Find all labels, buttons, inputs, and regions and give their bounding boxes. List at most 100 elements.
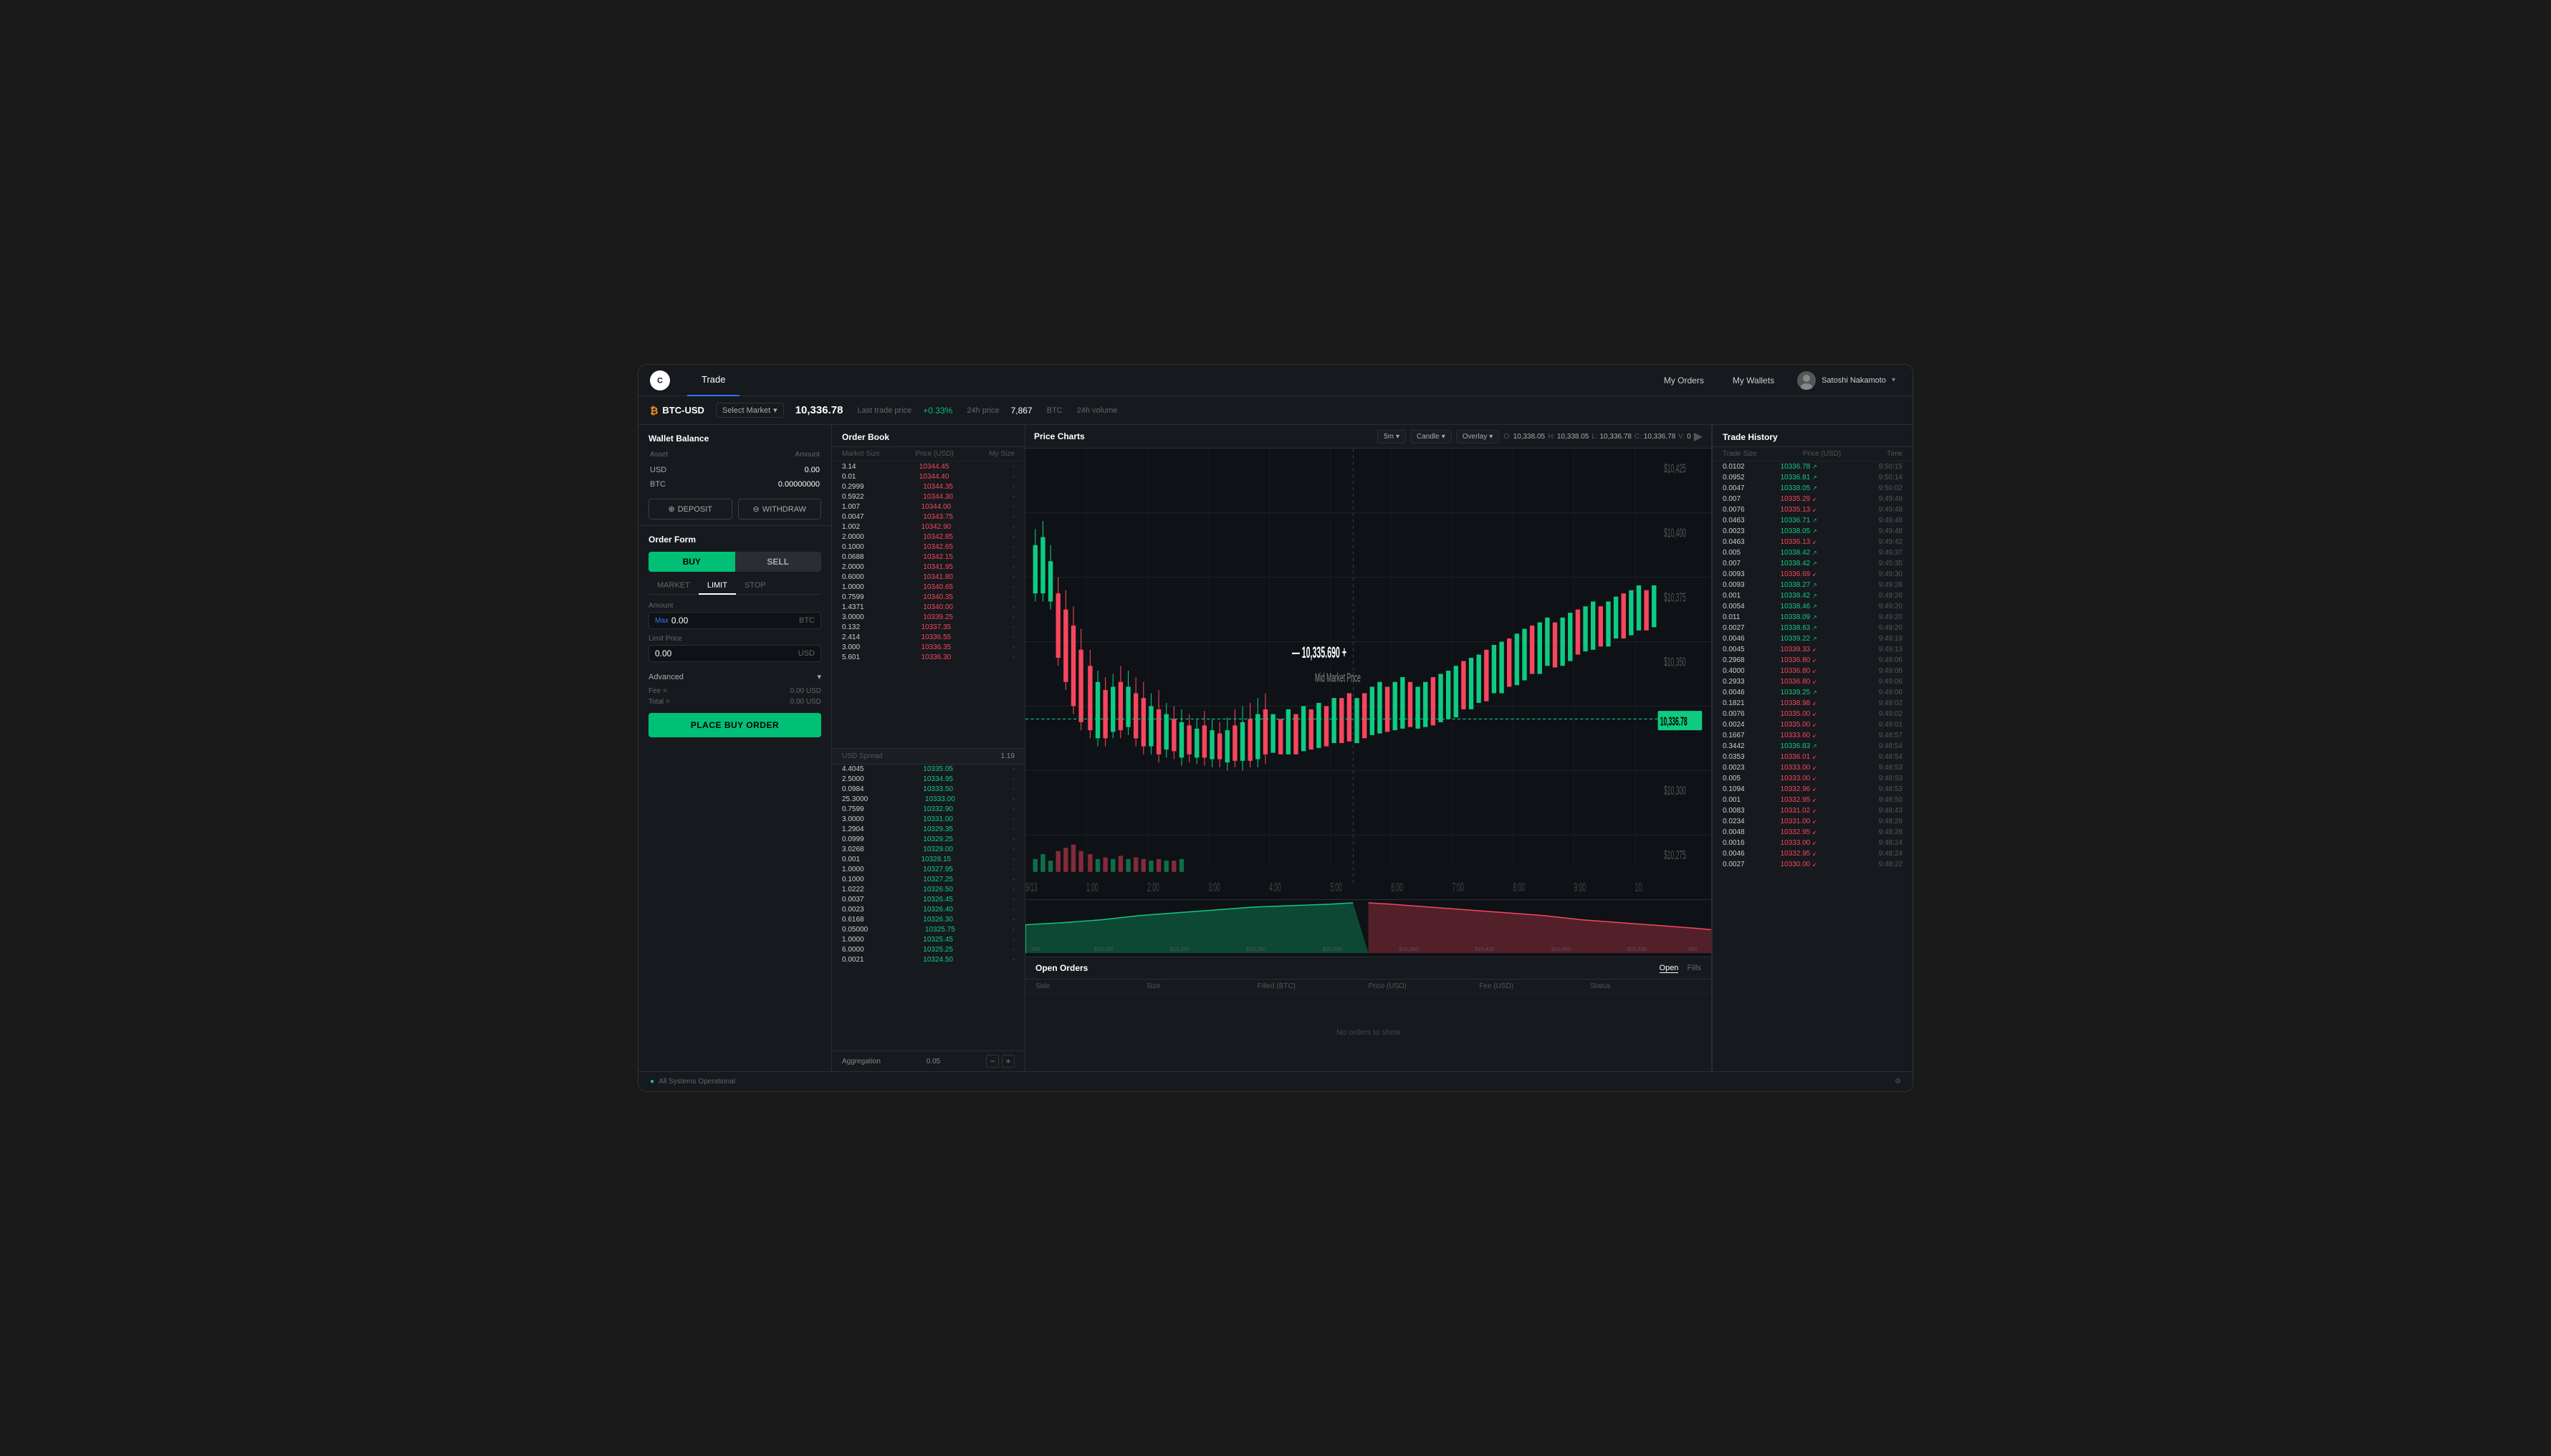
ob-my-size: - [1013, 513, 1015, 521]
ob-buy-row[interactable]: 3.0268 10329.00 - [832, 845, 1025, 855]
interval-selector[interactable]: 5m ▾ [1377, 430, 1406, 444]
ob-sell-row[interactable]: 1.007 10344.00 - [832, 502, 1025, 512]
svg-text:8:00: 8:00 [1513, 879, 1526, 894]
user-section[interactable]: Satoshi Nakamoto ▾ [1791, 368, 1901, 393]
plus-icon: ⊕ [668, 504, 674, 514]
depth-chart[interactable]: -300 $10,180 $10,230 $10,280 $10,330 $10… [1025, 899, 1711, 957]
ob-sell-row[interactable]: 5.601 10336.30 - [832, 652, 1025, 662]
trade-price: 10338.63 ↗ [1781, 624, 1845, 632]
ob-buy-price: 10335.05 [923, 765, 953, 773]
my-orders-btn[interactable]: My Orders [1652, 371, 1715, 390]
direction-icon: ↗ [1812, 593, 1817, 599]
ob-buy-row[interactable]: 1.0222 10326.50 - [832, 885, 1025, 895]
trade-price: 10333.60 ↙ [1781, 732, 1845, 739]
ob-sell-row[interactable]: 1.4371 10340.00 - [832, 602, 1025, 612]
max-link[interactable]: Max [655, 617, 669, 625]
ob-buy-price: 10326.40 [923, 906, 953, 914]
ob-sell-row[interactable]: 0.1000 10342.65 - [832, 542, 1025, 552]
ob-buy-row[interactable]: 0.1000 10327.25 - [832, 875, 1025, 885]
chart-controls: 5m ▾ Candle ▾ Overlay ▾ [1377, 429, 1703, 444]
tab-trade[interactable]: Trade [687, 365, 740, 396]
overlay-selector[interactable]: Overlay ▾ [1456, 430, 1499, 444]
ob-buy-row[interactable]: 3.0000 10331.00 - [832, 815, 1025, 825]
gear-icon[interactable]: ⚙ [1895, 1078, 1901, 1086]
ob-sell-row[interactable]: 1.0000 10340.65 - [832, 582, 1025, 592]
ob-buy-row[interactable]: 1.0000 10325.45 - [832, 935, 1025, 945]
chart-play-btn[interactable]: ▶ [1694, 429, 1703, 444]
svg-text:$10,530: $10,530 [1627, 947, 1647, 952]
chart-type-selector[interactable]: Candle ▾ [1410, 430, 1452, 444]
chevron-down-icon: ▾ [773, 406, 777, 415]
top-nav: C Trade My Orders My Wallets Satoshi Nak… [638, 365, 1913, 396]
ob-buy-row[interactable]: 0.0021 10324.50 - [832, 955, 1025, 965]
ob-sell-row[interactable]: 0.6000 10341.80 - [832, 572, 1025, 582]
logo[interactable]: C [650, 370, 670, 391]
tab-fills[interactable]: Fills [1687, 964, 1701, 973]
ob-sell-row[interactable]: 0.0047 10343.75 - [832, 512, 1025, 522]
trade-time: 9:48:57 [1867, 732, 1903, 739]
ob-sell-row[interactable]: 0.7599 10340.35 - [832, 592, 1025, 602]
ob-buy-row[interactable]: 0.0037 10326.45 - [832, 895, 1025, 905]
svg-text:$10,430: $10,430 [1475, 947, 1494, 952]
trade-history-row: 0.0076 10335.00 ↙ 9:49:02 [1713, 709, 1913, 719]
trade-history-row: 0.0046 10339.22 ↗ 9:49:19 [1713, 633, 1913, 644]
ob-sell-row[interactable]: 0.01 10344.40 - [832, 471, 1025, 482]
trade-history-row: 0.0027 10330.00 ↙ 9:48:22 [1713, 859, 1913, 870]
tab-limit[interactable]: LIMIT [699, 578, 736, 595]
withdraw-button[interactable]: ⊖ WITHDRAW [738, 499, 822, 519]
ob-sell-row[interactable]: 2.414 10336.55 - [832, 632, 1025, 642]
buy-button[interactable]: BUY [648, 552, 735, 572]
my-wallets-btn[interactable]: My Wallets [1721, 371, 1786, 390]
limit-price-input[interactable] [655, 648, 798, 658]
status-dot: ● [650, 1078, 654, 1086]
tab-market[interactable]: MARKET [648, 578, 699, 594]
trade-price: 10336.80 ↙ [1781, 667, 1845, 675]
direction-icon: ↙ [1812, 775, 1817, 782]
ob-buy-row[interactable]: 0.0984 10333.50 - [832, 785, 1025, 795]
tab-stop[interactable]: STOP [736, 578, 775, 594]
ob-sell-row[interactable]: 0.132 10337.35 - [832, 622, 1025, 632]
chart-area[interactable]: 9/13 1:00 2:00 3:00 4:00 5:00 6:00 7:00 … [1025, 449, 1711, 899]
ob-buy-row[interactable]: 6.0000 10325.25 - [832, 945, 1025, 955]
ob-sell-row[interactable]: 3.14 10344.45 - [832, 461, 1025, 471]
agg-minus-btn[interactable]: − [986, 1055, 999, 1068]
ob-buy-row[interactable]: 0.05000 10325.75 - [832, 925, 1025, 935]
sell-button[interactable]: SELL [735, 552, 822, 572]
chart-title: Price Charts [1034, 431, 1085, 441]
ob-buy-row[interactable]: 1.2904 10329.35 - [832, 825, 1025, 835]
deposit-button[interactable]: ⊕ DEPOSIT [648, 499, 732, 519]
ob-sell-row[interactable]: 3.0000 10339.25 - [832, 612, 1025, 622]
ob-buy-row[interactable]: 0.0023 10326.40 - [832, 905, 1025, 915]
ob-sell-row[interactable]: 0.5922 10344.30 - [832, 492, 1025, 502]
ob-buy-row[interactable]: 4.4045 10335.05 - [832, 765, 1025, 775]
ob-sell-row[interactable]: 2.0000 10341.95 - [832, 562, 1025, 572]
ob-sell-row[interactable]: 0.0688 10342.15 - [832, 552, 1025, 562]
ob-buy-row[interactable]: 2.5000 10334.95 - [832, 775, 1025, 785]
ob-size: 0.7599 [842, 805, 864, 813]
select-market-btn[interactable]: Select Market ▾ [716, 403, 784, 418]
agg-plus-btn[interactable]: + [1002, 1055, 1015, 1068]
direction-icon: ↙ [1812, 786, 1817, 792]
amount-input[interactable] [671, 616, 799, 626]
ob-sell-row[interactable]: 1.002 10342.90 - [832, 522, 1025, 532]
place-order-button[interactable]: PLACE BUY ORDER [648, 713, 821, 737]
ob-sell-row[interactable]: 3.000 10336.35 - [832, 642, 1025, 652]
trade-price: 10338.42 ↗ [1781, 549, 1845, 557]
ob-buy-row[interactable]: 0.001 10328.15 - [832, 855, 1025, 865]
ob-aggregation: Aggregation 0.05 − + [832, 1050, 1025, 1071]
ob-buy-price: 10325.45 [923, 936, 953, 944]
ob-my-size: - [1013, 543, 1015, 551]
trade-size: 0.0023 [1723, 764, 1758, 772]
volume-currency: BTC [1047, 406, 1063, 415]
direction-icon: ↗ [1812, 689, 1817, 696]
ob-buy-row[interactable]: 1.0000 10327.95 - [832, 865, 1025, 875]
user-name: Satoshi Nakamoto [1822, 376, 1886, 385]
ob-sell-row[interactable]: 0.2999 10344.35 - [832, 482, 1025, 492]
advanced-toggle[interactable]: Advanced ▾ [648, 668, 821, 686]
ob-buy-row[interactable]: 0.7599 10332.90 - [832, 805, 1025, 815]
ob-buy-row[interactable]: 0.0999 10329.25 - [832, 835, 1025, 845]
ob-buy-row[interactable]: 0.6168 10326.30 - [832, 915, 1025, 925]
tab-open[interactable]: Open [1660, 964, 1679, 973]
ob-buy-row[interactable]: 25.3000 10333.00 - [832, 795, 1025, 805]
ob-sell-row[interactable]: 2.0000 10342.85 - [832, 532, 1025, 542]
